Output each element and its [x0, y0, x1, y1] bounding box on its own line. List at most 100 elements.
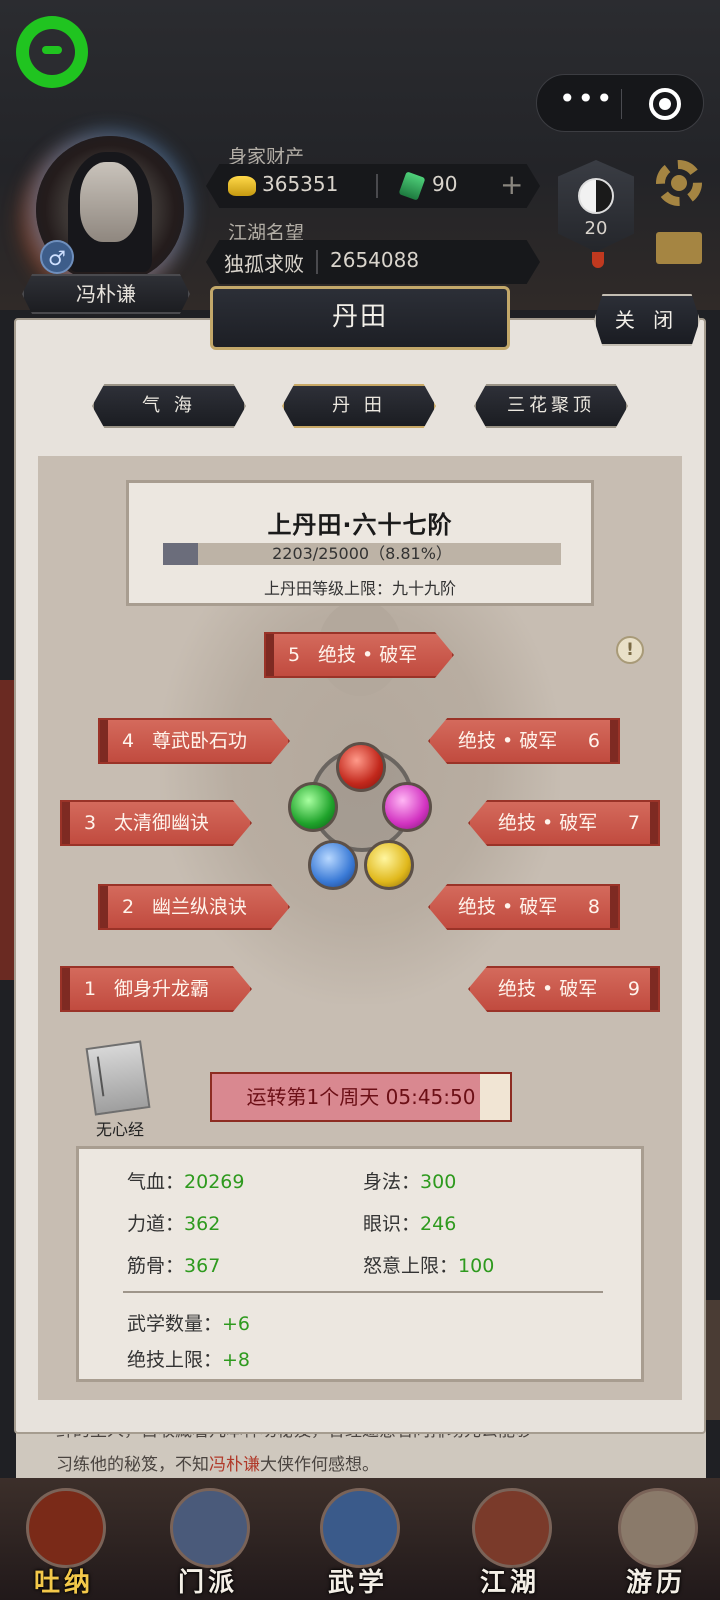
skill-slot-label: 绝技 • 破军: [318, 644, 418, 666]
panel-title: 丹田: [210, 286, 510, 350]
stat-martial-count-label: 武学数量：: [127, 1313, 223, 1335]
stat-hp: 气血：20269: [127, 1167, 244, 1194]
skill-slot-label: 幽兰纵浪诀: [152, 896, 248, 918]
tab-sanhua[interactable]: 三花聚顶: [474, 384, 628, 428]
stat-insight: 眼识：246: [363, 1209, 456, 1236]
skill-slot-3[interactable]: 3 太清御幽诀: [60, 800, 252, 846]
stat-martial-count-value: +6: [222, 1313, 251, 1335]
skill-slot-label: 绝技 • 破军: [458, 896, 558, 918]
wealth-divider: [376, 174, 378, 198]
nav-youli[interactable]: 游历: [596, 1478, 716, 1600]
level-box: 上丹田·六十七阶 2203/25000（8.81%） 上丹田等级上限：九十九阶: [126, 480, 594, 606]
wealth-bar: 365351 90 +: [206, 164, 540, 208]
skill-slot-label: 绝技 • 破军: [498, 812, 598, 834]
nav-jianghu-label: 江湖: [479, 1568, 540, 1598]
stat-bone-value: 367: [184, 1255, 221, 1277]
sect-nav-icon: [170, 1488, 250, 1568]
scripture-label: 无心经: [95, 1120, 144, 1139]
add-currency-icon[interactable]: +: [500, 168, 523, 201]
close-circle-icon[interactable]: [649, 88, 681, 120]
stats-divider: [123, 1291, 603, 1293]
stat-ult-cap-value: +8: [222, 1349, 251, 1371]
stats-box: 气血：20269 身法：300 力道：362 眼识：246 筋骨：367 怒意上…: [76, 1146, 644, 1382]
skill-slot-9[interactable]: 绝技 • 破军 9: [468, 966, 660, 1012]
fame-divider: [316, 250, 318, 274]
stat-ult-cap: 绝技上限：+8: [127, 1345, 250, 1372]
avatar-mask-face: [80, 162, 138, 242]
stat-bone: 筋骨：367: [127, 1251, 220, 1278]
stat-martial-count: 武学数量：+6: [127, 1309, 250, 1336]
nav-jianghu[interactable]: 江湖: [450, 1478, 570, 1600]
nav-tuna[interactable]: 吐纳: [4, 1478, 124, 1600]
spirit-gem-icon[interactable]: [382, 782, 432, 832]
rank-tassel: [592, 252, 604, 268]
nav-wuxue-label: 武学: [327, 1568, 388, 1598]
mail-icon[interactable]: [656, 232, 702, 264]
skill-slot-label: 尊武卧石功: [152, 730, 248, 752]
player-name: 冯朴谦: [22, 274, 190, 314]
male-gender-icon: ♂: [40, 240, 74, 274]
stat-hp-value: 20269: [184, 1171, 245, 1193]
skill-slot-7[interactable]: 绝技 • 破军 7: [468, 800, 660, 846]
travel-nav-icon: [618, 1488, 698, 1568]
story-player-name: 冯朴谦: [209, 1455, 260, 1475]
skill-slot-number: 9: [627, 978, 640, 1000]
stat-rage-value: 100: [458, 1255, 495, 1277]
stat-ult-cap-label: 绝技上限：: [127, 1349, 223, 1371]
skill-slot-label: 绝技 • 破军: [498, 978, 598, 1000]
jianghu-nav-icon: [472, 1488, 552, 1568]
nav-wuxue[interactable]: 武学: [298, 1478, 418, 1600]
nav-tuna-label: 吐纳: [33, 1568, 94, 1598]
rank-badge[interactable]: 20: [558, 160, 634, 252]
skill-slot-number: 1: [84, 978, 97, 1000]
skill-slot-6[interactable]: 绝技 • 破军 6: [428, 718, 620, 764]
fame-bar: 独孤求败 2654088: [206, 240, 540, 284]
mini-program-capsule: •••: [536, 74, 704, 132]
jade-amount: 90: [432, 172, 458, 196]
skill-slot-label: 太清御幽诀: [114, 812, 210, 834]
story-line-2-post: 大侠作何感想。: [260, 1455, 379, 1475]
wood-gem-icon[interactable]: [288, 782, 338, 832]
tab-dantian[interactable]: 丹 田: [282, 384, 436, 428]
stat-agility-value: 300: [420, 1171, 457, 1193]
stat-insight-label: 眼识：: [363, 1213, 421, 1235]
skill-slot-4[interactable]: 4 尊武卧石功: [98, 718, 290, 764]
tab-qihai[interactable]: 气 海: [92, 384, 246, 428]
water-gem-icon[interactable]: [308, 840, 358, 890]
stat-rage-label: 怒意上限：: [363, 1255, 459, 1277]
skill-slot-number: 3: [84, 812, 97, 834]
skill-slot-label: 绝技 • 破军: [458, 730, 558, 752]
stat-power-label: 力道：: [127, 1213, 185, 1235]
gold-ingot-icon: [228, 176, 256, 196]
stat-hp-label: 气血：: [127, 1171, 185, 1193]
skill-slot-5[interactable]: 5 绝技 • 破军: [264, 632, 454, 678]
settings-gear-icon[interactable]: [656, 160, 702, 206]
stat-agility: 身法：300: [363, 1167, 456, 1194]
skill-slot-number: 7: [627, 812, 640, 834]
martial-arts-nav-icon: [320, 1488, 400, 1568]
story-line-2: 习练他的秘笈，不知冯朴谦大侠作何感想。: [56, 1448, 666, 1478]
bottom-navigation: 吐纳 门派 武学 江湖 游历: [0, 1478, 720, 1600]
level-title: 上丹田·六十七阶: [267, 511, 453, 539]
stat-insight-value: 246: [420, 1213, 457, 1235]
skill-slot-label: 御身升龙霸: [114, 978, 210, 1000]
meditation-nav-icon: [26, 1488, 106, 1568]
stat-bone-label: 筋骨：: [127, 1255, 185, 1277]
rank-level: 20: [584, 218, 608, 239]
skill-slot-2[interactable]: 2 幽兰纵浪诀: [98, 884, 290, 930]
nav-menpai-label: 门派: [177, 1568, 238, 1598]
metal-gem-icon[interactable]: [364, 840, 414, 890]
scripture-book-icon[interactable]: [85, 1040, 151, 1116]
close-button[interactable]: 关 闭: [594, 294, 700, 346]
info-icon[interactable]: !: [616, 636, 644, 664]
cycle-text: 运转第1个周天 05:45:50: [246, 1085, 476, 1109]
chat-logo-icon[interactable]: [16, 16, 88, 88]
capsule-divider: [621, 89, 622, 119]
skill-slot-1[interactable]: 1 御身升龙霸: [60, 966, 252, 1012]
fire-gem-icon[interactable]: [336, 742, 386, 792]
nav-menpai[interactable]: 门派: [148, 1478, 268, 1600]
skill-slot-8[interactable]: 绝技 • 破军 8: [428, 884, 620, 930]
skill-slot-number: 8: [587, 896, 600, 918]
stat-rage: 怒意上限：100: [363, 1251, 494, 1278]
more-dots-icon[interactable]: •••: [559, 85, 613, 119]
